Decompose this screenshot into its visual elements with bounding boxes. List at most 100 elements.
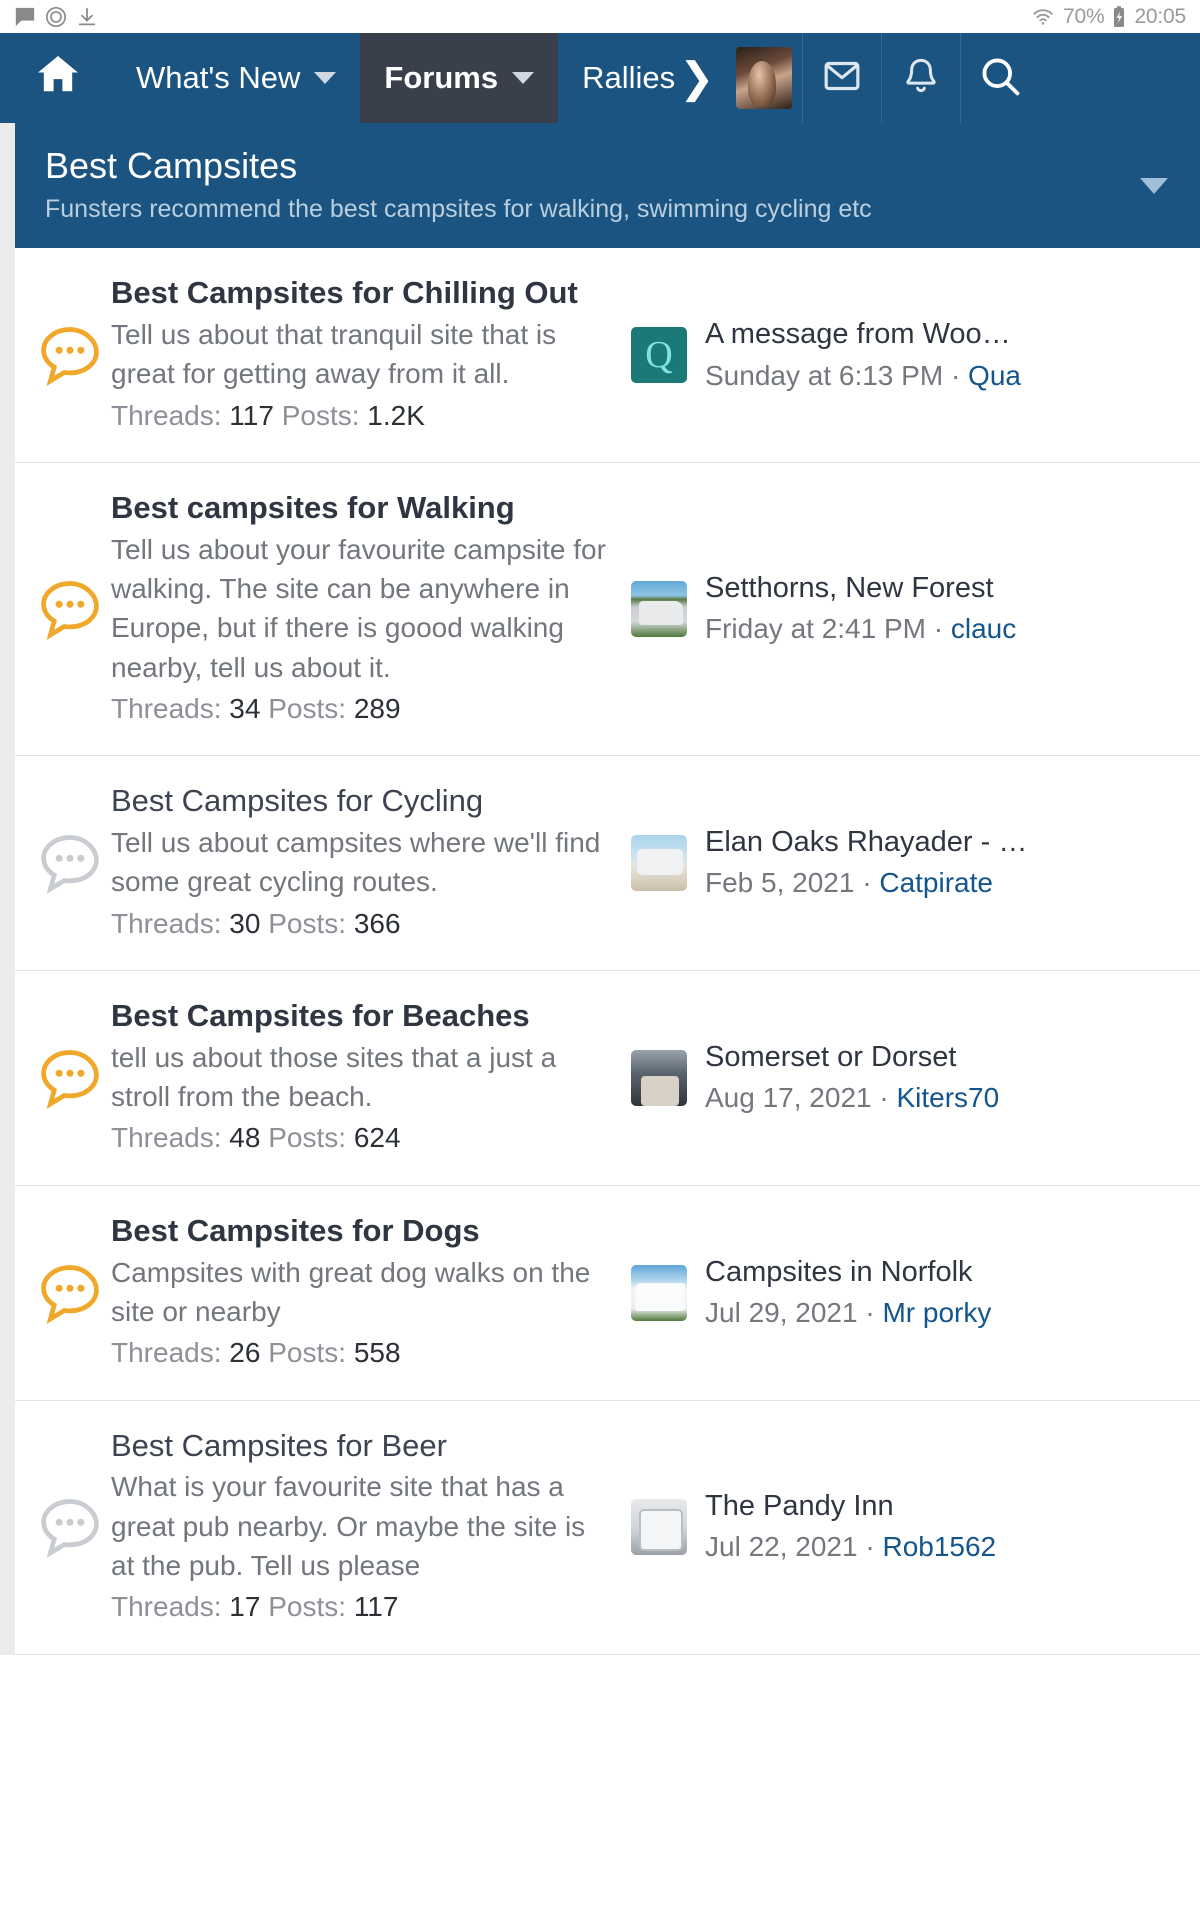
posts-label: Posts: [268,1591,347,1623]
last-post-thumbnail[interactable] [631,1050,687,1106]
threads-count: 34 [229,692,261,724]
forum-description: What is your favourite site that has a g… [111,1471,586,1581]
last-post-block[interactable]: Elan Oaks Rhayader - … Feb 5, 2021 · Cat… [621,782,1200,944]
nav-label-forums: Forums [384,60,499,95]
last-post-block[interactable]: The Pandy Inn Jul 22, 2021 · Rob1562 [621,1427,1200,1628]
nav-item-forums[interactable]: Forums [360,33,559,123]
forum-row[interactable]: Best campsites for Walking Tell us about… [15,463,1200,757]
last-post-block[interactable]: Q A message from Woo… Sunday at 6:13 PM … [621,274,1200,436]
forum-title-link[interactable]: Best campsites for Walking [111,489,611,527]
chevron-down-icon[interactable] [1140,177,1168,194]
top-navigation-bar: What's New Forums Rallies ❯ [0,33,1200,123]
meta-separator: · [950,359,961,391]
last-post-title-link[interactable]: Elan Oaks Rhayader - … [705,824,1027,860]
last-post-meta: Sunday at 6:13 PM · Qua [705,357,1021,395]
last-post-title-link[interactable]: Campsites in Norfolk [705,1254,991,1290]
posts-count: 117 [353,1591,399,1623]
forum-title-link[interactable]: Best Campsites for Beaches [111,997,611,1035]
forum-info: Best Campsites for Cycling Tell us about… [111,782,621,944]
forum-info: Best Campsites for Beaches tell us about… [111,997,621,1159]
forum-info: Best campsites for Walking Tell us about… [111,489,621,729]
android-status-bar: 70% 20:05 [0,0,1200,33]
nav-scroll-right-button[interactable]: ❯ [679,33,726,123]
posts-label: Posts: [268,692,347,724]
last-post-meta: Jul 22, 2021 · Rob1562 [705,1528,996,1566]
last-post-title-link[interactable]: Somerset or Dorset [705,1039,999,1075]
forum-row[interactable]: Best Campsites for Beer What is your fav… [15,1401,1200,1655]
download-icon [76,6,98,28]
avatar [736,47,793,109]
status-notification-icons [14,6,98,28]
last-post-author-link[interactable]: Rob1562 [882,1531,996,1562]
last-post-author-link[interactable]: clauс [951,613,1016,644]
threads-label: Threads: [111,1337,222,1369]
last-post-text: Setthorns, New Forest Friday at 2:41 PM … [705,570,1016,648]
chevron-down-icon [314,72,337,84]
last-post-author-link[interactable]: Kiters70 [896,1082,999,1113]
posts-count: 289 [353,692,401,724]
threads-count: 30 [229,907,261,939]
forum-title-link[interactable]: Best Campsites for Cycling [111,782,611,820]
last-post-title-link[interactable]: A message from Woo… [705,316,1021,352]
forum-row[interactable]: Best Campsites for Beaches tell us about… [15,971,1200,1186]
last-post-author-link[interactable]: Catpirate [879,867,993,898]
last-post-block[interactable]: Somerset or Dorset Aug 17, 2021 · Kiters… [621,997,1200,1159]
last-post-thumbnail[interactable] [631,1499,687,1556]
last-post-text: A message from Woo… Sunday at 6:13 PM · … [705,316,1021,394]
forum-category-header[interactable]: Best Campsites Funsters recommend the be… [15,123,1200,249]
threads-label: Threads: [111,399,222,431]
page-title: Best Campsites [45,145,298,186]
forum-info: Best Campsites for Beer What is your fav… [111,1427,621,1628]
chevron-down-icon [512,72,535,84]
forum-row[interactable]: Best Campsites for Chilling Out Tell us … [15,248,1200,464]
threads-label: Threads: [111,1591,222,1623]
nav-inbox-button[interactable] [803,33,881,123]
battery-percent-label: 70% [1063,4,1105,28]
meta-separator: · [879,1082,889,1114]
last-post-block[interactable]: Setthorns, New Forest Friday at 2:41 PM … [621,489,1200,729]
last-post-text: Campsites in Norfolk Jul 29, 2021 · Mr p… [705,1254,991,1332]
forum-list: Best Campsites for Chilling Out Tell us … [15,248,1200,1655]
last-post-title-link[interactable]: Setthorns, New Forest [705,570,1016,606]
speech-bubble-read-icon [41,1499,99,1559]
forum-title-link[interactable]: Best Campsites for Chilling Out [111,274,611,312]
nav-home-button[interactable] [0,33,112,123]
last-post-date: Sunday at 6:13 PM [705,359,944,391]
forum-status-icon-wrap [15,1212,111,1374]
last-post-author-link[interactable]: Mr porky [882,1297,991,1328]
last-post-text: The Pandy Inn Jul 22, 2021 · Rob1562 [705,1488,996,1566]
last-post-author-link[interactable]: Qua [968,360,1021,391]
forum-info: Best Campsites for Dogs Campsites with g… [111,1212,621,1374]
nav-account-button[interactable] [726,33,802,123]
last-post-thumbnail[interactable] [631,1264,687,1321]
status-system-icons: 70% 20:05 [1030,5,1186,29]
wifi-icon [1030,6,1056,28]
record-icon [45,6,67,28]
forum-row[interactable]: Best Campsites for Dogs Campsites with g… [15,1186,1200,1401]
last-post-meta: Aug 17, 2021 · Kiters70 [705,1079,999,1117]
threads-label: Threads: [111,1122,222,1154]
nav-alerts-button[interactable] [882,33,960,123]
speech-bubble-unread-icon [41,1050,99,1109]
forum-title-link[interactable]: Best Campsites for Beer [111,1427,611,1465]
forum-title-link[interactable]: Best Campsites for Dogs [111,1212,611,1250]
last-post-title-link[interactable]: The Pandy Inn [705,1488,996,1524]
posts-label: Posts: [281,399,360,431]
page-description: Funsters recommend the best campsites fo… [45,195,872,224]
nav-item-rallies[interactable]: Rallies [558,33,679,123]
last-post-meta: Feb 5, 2021 · Catpirate [705,864,1027,902]
last-post-block[interactable]: Campsites in Norfolk Jul 29, 2021 · Mr p… [621,1212,1200,1374]
meta-separator: · [865,1531,875,1563]
nav-item-whats-new[interactable]: What's New [112,33,360,123]
nav-search-button[interactable] [961,33,1039,123]
forum-row[interactable]: Best Campsites for Cycling Tell us about… [15,756,1200,972]
last-post-thumbnail[interactable] [631,581,687,638]
nav-label-whats-new: What's New [136,60,301,95]
posts-label: Posts: [268,907,347,939]
message-icon [14,6,36,28]
last-post-thumbnail[interactable] [631,835,687,892]
forum-description: tell us about those sites that a just a … [111,1041,557,1113]
posts-count: 1.2K [367,399,425,431]
last-post-avatar[interactable]: Q [631,327,687,384]
posts-label: Posts: [268,1122,347,1154]
